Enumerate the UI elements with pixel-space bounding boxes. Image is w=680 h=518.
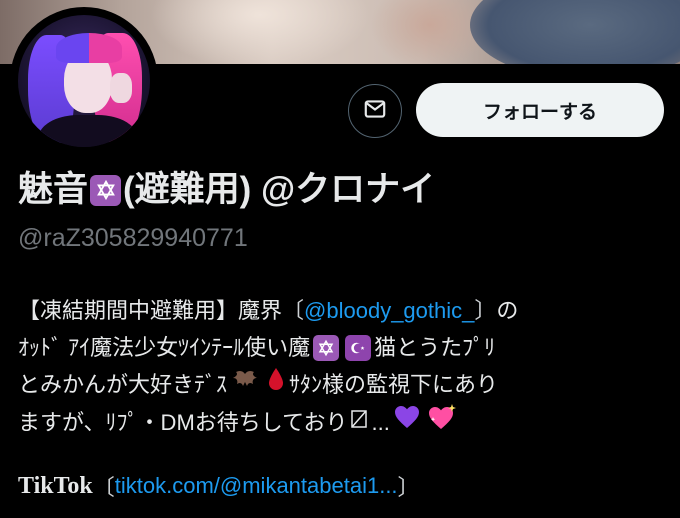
- missing-glyph-icon: [350, 404, 368, 441]
- tiktok-label: TikTok: [18, 472, 93, 499]
- bio-text: の: [496, 298, 519, 323]
- message-button[interactable]: [348, 84, 402, 138]
- star-and-crescent-icon: [345, 334, 372, 361]
- display-name-rest: (避難用) @クロナイ: [123, 170, 436, 209]
- bio-text: 【凍結期間中避難用】魔界: [18, 298, 283, 323]
- display-name: 魅音 (避難用) @クロナイ: [18, 168, 435, 212]
- bat-icon: [230, 366, 260, 403]
- bio-line-2: ｵｯﾄﾞ ｱｲ魔法少女ﾂｲﾝﾃｰﾙ使い魔 猫とうたﾌﾟﾘ: [18, 329, 668, 366]
- follow-button[interactable]: フォローする: [416, 83, 664, 137]
- bracket-open: 〔: [282, 298, 305, 323]
- bio-tiktok-line: TikTok 〔 tiktok.com/@mikantabetai1... 〕: [18, 470, 420, 502]
- follow-button-label: フォローする: [482, 101, 597, 123]
- profile-avatar[interactable]: [10, 7, 158, 155]
- bio-text: 猫とうたﾌﾟﾘ: [374, 335, 496, 360]
- bracket-open: 〔: [92, 475, 115, 500]
- envelope-icon: [362, 96, 388, 127]
- sparkling-heart-icon: [427, 403, 457, 442]
- bio-text: ますが、ﾘﾌﾟ・DMお待ちしており: [18, 410, 348, 435]
- star-of-david-icon: [90, 174, 122, 206]
- bio-ellipsis: ...: [371, 410, 390, 435]
- bracket-close: 〕: [397, 475, 420, 500]
- bracket-close: 〕: [474, 298, 497, 323]
- star-of-david-icon: [313, 334, 340, 361]
- bio-line-1: 【凍結期間中避難用】魔界 〔 @bloody_gothic_ 〕 の: [18, 292, 668, 329]
- mention-link[interactable]: @bloody_gothic_: [304, 292, 474, 329]
- bio-text: ｵｯﾄﾞ ｱｲ魔法少女ﾂｲﾝﾃｰﾙ使い魔: [18, 335, 311, 360]
- bio-text: ｻﾀﾝ様の監視下にあり: [289, 372, 499, 397]
- bio-line-3: とみかんが大好きﾃﾞｽ ｻﾀﾝ様の監視下にあり: [18, 366, 668, 403]
- blood-drop-icon: [266, 366, 286, 403]
- tiktok-link[interactable]: tiktok.com/@mikantabetai1...: [115, 473, 398, 499]
- purple-heart-icon: [393, 404, 421, 441]
- bio-line-4: ますが、ﾘﾌﾟ・DMお待ちしており ...: [18, 403, 668, 442]
- display-name-main: 魅音: [18, 170, 89, 209]
- bio-text: とみかんが大好きﾃﾞｽ: [18, 372, 228, 397]
- bio: 【凍結期間中避難用】魔界 〔 @bloody_gothic_ 〕 の ｵｯﾄﾞ …: [18, 292, 668, 442]
- user-handle: @raZ305829940771: [18, 224, 248, 252]
